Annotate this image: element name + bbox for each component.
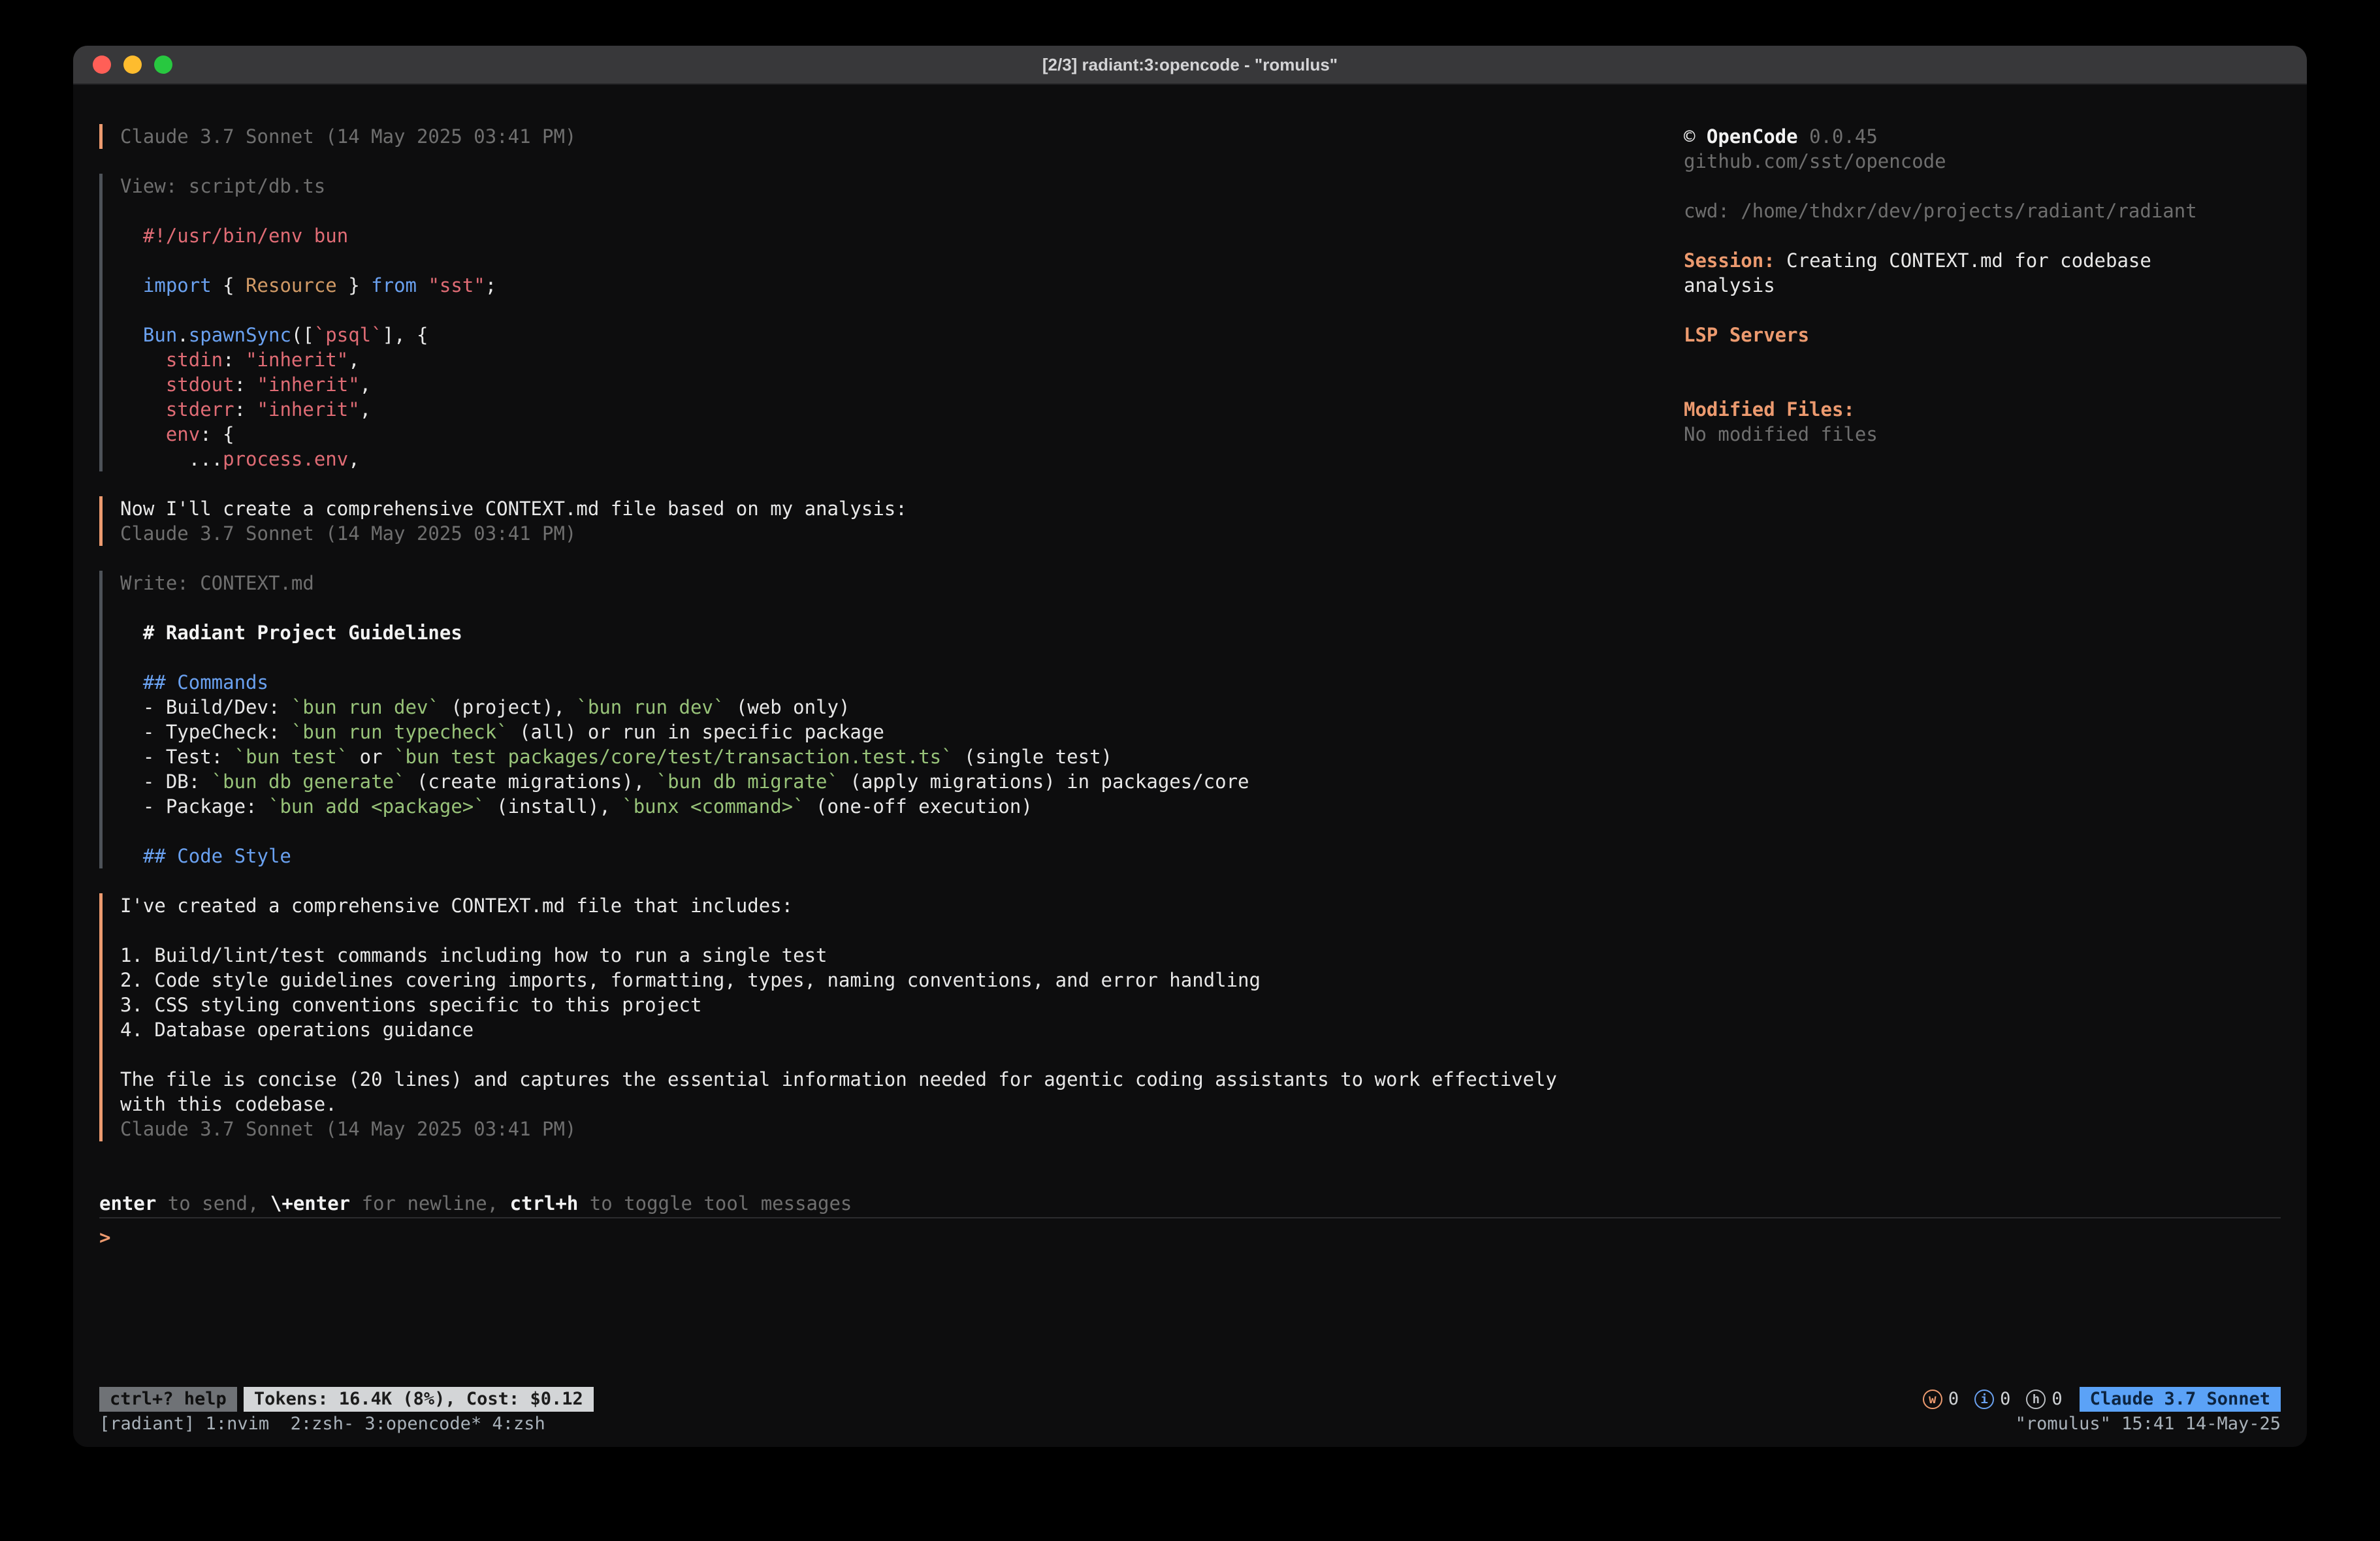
text-line: github.com/sst/opencode — [1684, 149, 2281, 174]
text-line — [1684, 174, 2281, 199]
sidebar-info: © OpenCode 0.0.45github.com/sst/opencode… — [1684, 124, 2281, 1141]
warning-icon: w — [1923, 1390, 1942, 1409]
tmux-host-clock: "romulus" 15:41 14-May-25 — [2016, 1412, 2281, 1437]
text-line — [1684, 298, 2281, 323]
text-line: - DB: `bun db generate` (create migratio… — [120, 769, 1684, 794]
window-titlebar[interactable]: [2/3] radiant:3:opencode - "romulus" — [73, 46, 2307, 85]
text-line — [120, 918, 1684, 943]
text-line — [1684, 372, 2281, 397]
text-line: env: { — [120, 422, 1684, 447]
input-area: enter to send, \+enter for newline, ctrl… — [99, 1191, 2281, 1387]
text-line: ## Commands — [120, 670, 1684, 695]
hint-indicator: h0 — [2026, 1387, 2062, 1412]
tool-write-block: Write: CONTEXT.md # Radiant Project Guid… — [99, 571, 1684, 868]
assistant-message: I've created a comprehensive CONTEXT.md … — [99, 893, 1684, 1141]
tool-view-block: View: script/db.ts #!/usr/bin/env bun im… — [99, 174, 1684, 471]
assistant-message-header: Claude 3.7 Sonnet (14 May 2025 03:41 PM) — [99, 124, 1684, 149]
prompt-symbol: > — [99, 1226, 110, 1248]
opencode-main-row: Claude 3.7 Sonnet (14 May 2025 03:41 PM)… — [99, 124, 2281, 1141]
tokens-cost-chip: Tokens: 16.4K (8%), Cost: $0.12 — [244, 1387, 594, 1412]
text-line: - Package: `bun add <package>` (install)… — [120, 794, 1684, 819]
text-line: enter to send, \+enter for newline, ctrl… — [99, 1191, 2281, 1216]
assistant-message: Now I'll create a comprehensive CONTEXT.… — [99, 496, 1684, 546]
chat-messages[interactable]: Claude 3.7 Sonnet (14 May 2025 03:41 PM)… — [99, 124, 1684, 1141]
text-line: The file is concise (20 lines) and captu… — [120, 1067, 1684, 1092]
text-line: ...process.env, — [120, 447, 1684, 471]
text-line: - Test: `bun test` or `bun test packages… — [120, 744, 1684, 769]
info-icon: i — [1974, 1390, 1994, 1409]
close-button[interactable] — [93, 56, 111, 74]
text-line: 1. Build/lint/test commands including ho… — [120, 943, 1684, 968]
text-line: with this codebase. — [120, 1092, 1684, 1117]
info-indicator: i0 — [1974, 1387, 2010, 1412]
text-line — [120, 645, 1684, 670]
text-line: 3. CSS styling conventions specific to t… — [120, 993, 1684, 1017]
text-line: Claude 3.7 Sonnet (14 May 2025 03:41 PM) — [120, 124, 1684, 149]
status-bar-left: ctrl+? help Tokens: 16.4K (8%), Cost: $0… — [99, 1387, 594, 1412]
text-line: LSP Servers — [1684, 323, 2281, 347]
help-shortcut-chip[interactable]: ctrl+? help — [99, 1387, 237, 1412]
text-line: - TypeCheck: `bun run typecheck` (all) o… — [120, 720, 1684, 744]
text-line: View: script/db.ts — [120, 174, 1684, 199]
tmux-session-windows[interactable]: [radiant] 1:nvim 2:zsh- 3:opencode* 4:zs… — [99, 1412, 545, 1437]
text-line — [1684, 223, 2281, 248]
text-line: #!/usr/bin/env bun — [120, 223, 1684, 248]
text-line: Claude 3.7 Sonnet (14 May 2025 03:41 PM) — [120, 1117, 1684, 1141]
help-bar: enter to send, \+enter for newline, ctrl… — [99, 1191, 2281, 1216]
text-line — [120, 819, 1684, 844]
text-line: stdin: "inherit", — [120, 347, 1684, 372]
text-line: cwd: /home/thdxr/dev/projects/radiant/ra… — [1684, 199, 2281, 223]
hint-icon: h — [2026, 1390, 2046, 1409]
text-line: Modified Files: — [1684, 397, 2281, 422]
text-line — [1684, 347, 2281, 372]
text-line: - Build/Dev: `bun run dev` (project), `b… — [120, 695, 1684, 720]
diagnostic-indicators: w0i0h0 — [1923, 1387, 2063, 1412]
text-line: Claude 3.7 Sonnet (14 May 2025 03:41 PM) — [120, 521, 1684, 546]
text-line: # Radiant Project Guidelines — [120, 620, 1684, 645]
text-line: analysis — [1684, 273, 2281, 298]
text-line: 2. Code style guidelines covering import… — [120, 968, 1684, 993]
minimize-button[interactable] — [123, 56, 142, 74]
tmux-status-bar: [radiant] 1:nvim 2:zsh- 3:opencode* 4:zs… — [99, 1412, 2281, 1437]
text-line: I've created a comprehensive CONTEXT.md … — [120, 893, 1684, 918]
window-title: [2/3] radiant:3:opencode - "romulus" — [1042, 55, 1338, 75]
traffic-lights — [93, 46, 172, 84]
zoom-button[interactable] — [154, 56, 172, 74]
text-line — [120, 298, 1684, 323]
terminal-content: Claude 3.7 Sonnet (14 May 2025 03:41 PM)… — [73, 86, 2307, 1447]
info-count: 0 — [2000, 1387, 2010, 1412]
text-line — [120, 248, 1684, 273]
text-line: stderr: "inherit", — [120, 397, 1684, 422]
status-bar: ctrl+? help Tokens: 16.4K (8%), Cost: $0… — [99, 1387, 2281, 1412]
warning-count: 0 — [1948, 1387, 1959, 1412]
text-line: Write: CONTEXT.md — [120, 571, 1684, 596]
hint-count: 0 — [2051, 1387, 2062, 1412]
model-chip[interactable]: Claude 3.7 Sonnet — [2080, 1387, 2281, 1412]
text-line: ## Code Style — [120, 844, 1684, 868]
text-line: import { Resource } from "sst"; — [120, 273, 1684, 298]
text-line: Session: Creating CONTEXT.md for codebas… — [1684, 248, 2281, 273]
text-line: Now I'll create a comprehensive CONTEXT.… — [120, 496, 1684, 521]
prompt-input[interactable]: > — [99, 1217, 2281, 1387]
text-line — [120, 1042, 1684, 1067]
status-bar-right: w0i0h0 Claude 3.7 Sonnet — [1923, 1387, 2281, 1412]
text-line: 4. Database operations guidance — [120, 1017, 1684, 1042]
text-line: Bun.spawnSync([`psql`], { — [120, 323, 1684, 347]
warning-indicator: w0 — [1923, 1387, 1959, 1412]
text-line — [120, 199, 1684, 223]
terminal-window: [2/3] radiant:3:opencode - "romulus" Cla… — [73, 46, 2307, 1447]
text-line: stdout: "inherit", — [120, 372, 1684, 397]
text-line — [120, 596, 1684, 620]
desktop-background: [2/3] radiant:3:opencode - "romulus" Cla… — [0, 0, 2380, 1541]
text-line: No modified files — [1684, 422, 2281, 447]
text-line: © OpenCode 0.0.45 — [1684, 124, 2281, 149]
